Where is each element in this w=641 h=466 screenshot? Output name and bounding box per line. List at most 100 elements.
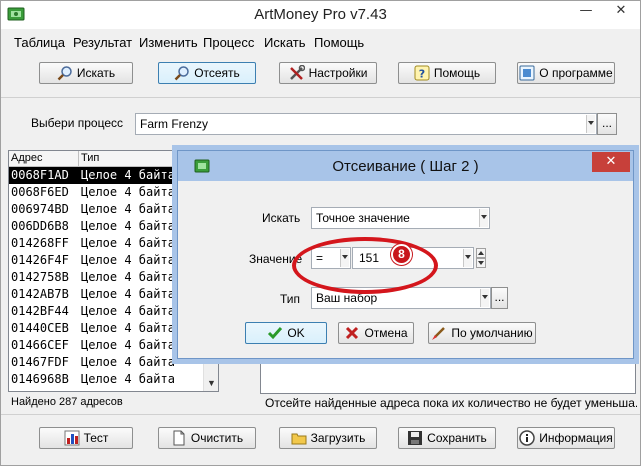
process-combo[interactable]: Farm Frenzy bbox=[135, 113, 597, 135]
help-button-label: Помощь bbox=[433, 66, 481, 80]
address-cell: 01426F4F bbox=[11, 253, 69, 267]
table-row[interactable]: 01440CEB Целое 4 байта bbox=[9, 320, 205, 337]
address-cell: 006974BD bbox=[11, 202, 69, 216]
check-icon bbox=[268, 327, 283, 340]
type-cell: Целое 4 байта bbox=[81, 355, 175, 369]
help-button[interactable]: ? Помощь bbox=[398, 62, 496, 84]
address-cell: 0068F1AD bbox=[11, 168, 69, 182]
type-cell: Целое 4 байта bbox=[81, 287, 175, 301]
process-browse-button[interactable]: ... bbox=[597, 113, 617, 135]
test-button[interactable]: Тест bbox=[39, 427, 133, 449]
search-mode-value: Точное значение bbox=[316, 211, 410, 225]
found-count-status: Найдено 287 адресов bbox=[11, 396, 123, 408]
address-cell: 0142AB7B bbox=[11, 287, 69, 301]
address-cell: 0142758B bbox=[11, 270, 69, 284]
menu-help[interactable]: Помощь bbox=[314, 35, 364, 50]
address-cell: 006DD6B8 bbox=[11, 219, 69, 233]
info-button[interactable]: Информация bbox=[517, 427, 615, 449]
table-row[interactable]: 0068F1AD Целое 4 байта bbox=[9, 167, 205, 184]
spin-up-icon[interactable] bbox=[476, 248, 486, 258]
column-divider[interactable] bbox=[78, 151, 79, 167]
list-rows: 0068F1AD Целое 4 байта 0068F6ED Целое 4 бай… bbox=[9, 167, 205, 388]
load-button[interactable]: Загрузить bbox=[279, 427, 377, 449]
search-button-label: Искать bbox=[76, 66, 116, 80]
table-row[interactable]: 0068F6ED Целое 4 байта bbox=[9, 184, 205, 201]
address-cell: 0068F6ED bbox=[11, 185, 69, 199]
dialog-search-label: Искать bbox=[262, 211, 301, 225]
table-row[interactable]: 01426F4F Целое 4 байта bbox=[9, 252, 205, 269]
info-icon bbox=[519, 430, 535, 446]
annotation-badge: 8 bbox=[391, 244, 412, 265]
default-button[interactable]: По умолчанию bbox=[428, 322, 536, 344]
toolbar-separator bbox=[1, 97, 640, 98]
type-cell: Целое 4 байта bbox=[81, 270, 175, 284]
table-row[interactable]: 014268FF Целое 4 байта bbox=[9, 235, 205, 252]
table-row[interactable]: 0142758B Целое 4 байта bbox=[9, 269, 205, 286]
chart-icon bbox=[64, 430, 80, 446]
cancel-button[interactable]: Отмена bbox=[338, 322, 414, 344]
svg-text:?: ? bbox=[419, 68, 425, 81]
type-cell: Целое 4 байта bbox=[81, 304, 175, 318]
table-row[interactable]: 0142BF44 Целое 4 байта bbox=[9, 303, 205, 320]
chevron-down-icon[interactable] bbox=[463, 249, 472, 267]
chevron-down-icon[interactable] bbox=[586, 115, 595, 133]
type-cell: Целое 4 байта bbox=[81, 253, 175, 267]
address-cell: 0146968B bbox=[11, 372, 69, 386]
value-spinner[interactable] bbox=[476, 248, 486, 268]
scroll-down-arrow-icon[interactable]: ▼ bbox=[204, 376, 218, 391]
chevron-down-icon[interactable] bbox=[479, 209, 488, 227]
table-row[interactable]: 0142AB7B Целое 4 байта bbox=[9, 286, 205, 303]
menu-result[interactable]: Результат bbox=[73, 35, 132, 50]
hint-status: Отсейте найденные адреса пока их количес… bbox=[265, 396, 637, 410]
window-title: ArtMoney Pro v7.43 bbox=[254, 6, 387, 23]
cross-icon bbox=[346, 326, 359, 340]
magnifier-icon bbox=[57, 66, 72, 81]
menu-edit[interactable]: Изменить bbox=[139, 35, 198, 50]
chevron-down-icon[interactable] bbox=[480, 289, 489, 307]
cancel-button-label: Отмена bbox=[364, 326, 408, 340]
save-button[interactable]: Сохранить bbox=[398, 427, 496, 449]
column-type[interactable]: Тип bbox=[81, 152, 99, 164]
menu-table[interactable]: Таблица bbox=[14, 35, 65, 50]
test-button-label: Тест bbox=[83, 431, 109, 445]
search-button[interactable]: Искать bbox=[39, 62, 133, 84]
magnifier-icon bbox=[174, 66, 189, 81]
info-button-label: Информация bbox=[539, 431, 613, 445]
close-button[interactable]: ✕ bbox=[608, 1, 634, 21]
menu-process[interactable]: Процесс bbox=[203, 35, 254, 50]
annotation-ring bbox=[292, 237, 438, 294]
load-button-label: Загрузить bbox=[310, 431, 366, 445]
spin-down-icon[interactable] bbox=[476, 258, 486, 268]
dialog-title: Отсеивание ( Шаг 2 ) bbox=[332, 158, 479, 175]
about-button[interactable]: О программе bbox=[517, 62, 615, 84]
table-row[interactable]: 006DD6B8 Целое 4 байта bbox=[9, 218, 205, 235]
type-cell: Целое 4 байта bbox=[81, 321, 175, 335]
address-cell: 01466CEF bbox=[11, 338, 69, 352]
type-browse-button[interactable]: ... bbox=[491, 287, 508, 309]
floppy-disk-icon bbox=[408, 431, 423, 445]
type-cell: Целое 4 байта bbox=[81, 185, 175, 199]
settings-button[interactable]: Настройки bbox=[279, 62, 377, 84]
type-cell: Целое 4 байта bbox=[81, 202, 175, 216]
search-mode-combo[interactable]: Точное значение bbox=[311, 207, 490, 229]
column-address[interactable]: Адрес bbox=[11, 152, 43, 164]
brush-icon bbox=[432, 327, 446, 340]
title-bar: ArtMoney Pro v7.43 — ✕ bbox=[1, 1, 640, 29]
table-row[interactable]: 01467FDF Целое 4 байта bbox=[9, 354, 205, 371]
ok-button[interactable]: OK bbox=[245, 322, 327, 344]
bottom-separator bbox=[1, 414, 640, 415]
clear-button[interactable]: Очистить bbox=[158, 427, 256, 449]
table-row[interactable]: 006974BD Целое 4 байта bbox=[9, 201, 205, 218]
save-button-label: Сохранить bbox=[427, 431, 487, 445]
dialog-close-button[interactable]: ✕ bbox=[592, 152, 630, 172]
default-button-label: По умолчанию bbox=[451, 326, 533, 340]
open-folder-icon bbox=[291, 433, 307, 445]
address-cell: 0142BF44 bbox=[11, 304, 69, 318]
filter-button[interactable]: Отсеять bbox=[158, 62, 256, 84]
dialog-type-label: Тип bbox=[280, 292, 301, 306]
minimize-button[interactable]: — bbox=[574, 1, 598, 21]
table-row[interactable]: 0146968B Целое 4 байта bbox=[9, 371, 205, 388]
type-cell: Целое 4 байта bbox=[81, 236, 175, 250]
menu-search[interactable]: Искать bbox=[264, 35, 306, 50]
table-row[interactable]: 01466CEF Целое 4 байта bbox=[9, 337, 205, 354]
